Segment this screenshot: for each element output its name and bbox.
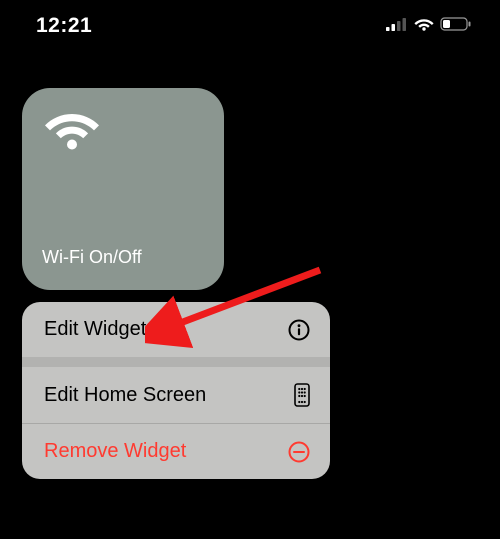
status-bar: 12:21: [0, 0, 500, 48]
cellular-icon: [386, 17, 408, 36]
edit-home-screen-item[interactable]: Edit Home Screen: [22, 367, 330, 423]
battery-icon: [440, 17, 472, 36]
status-time: 12:21: [36, 14, 92, 38]
menu-item-label: Remove Widget: [44, 440, 186, 463]
remove-icon: [288, 441, 310, 463]
remove-widget-item[interactable]: Remove Widget: [22, 424, 330, 479]
menu-item-label: Edit Widget: [44, 318, 146, 341]
apps-grid-icon: [294, 383, 310, 407]
status-indicators: [386, 17, 472, 36]
menu-item-label: Edit Home Screen: [44, 384, 206, 407]
wifi-icon: [414, 17, 434, 36]
edit-widget-item[interactable]: Edit Widget: [22, 302, 330, 357]
context-menu: Edit Widget Edit Home Screen: [22, 302, 330, 479]
widget-label: Wi-Fi On/Off: [42, 247, 206, 268]
wifi-widget[interactable]: Wi-Fi On/Off: [22, 88, 224, 290]
wifi-icon: [44, 110, 206, 157]
info-icon: [288, 319, 310, 341]
menu-separator: [22, 357, 330, 367]
